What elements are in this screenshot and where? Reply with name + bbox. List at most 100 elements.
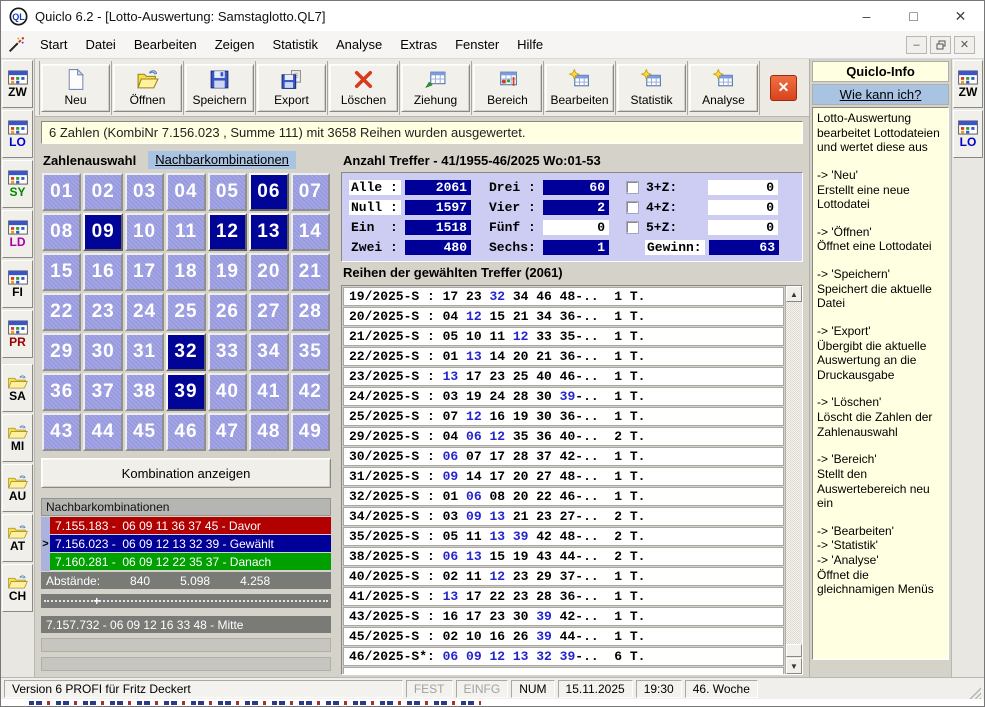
number-cell-32[interactable]: 32: [166, 333, 205, 371]
toolbar-button--ffnen[interactable]: Öffnen: [113, 64, 182, 112]
mdi-close-button[interactable]: ✕: [954, 36, 975, 54]
list-item[interactable]: 21/2025-S : 05 10 11 12 33 35-.. 1 T.: [343, 327, 784, 346]
number-cell-42[interactable]: 42: [291, 373, 330, 411]
close-button[interactable]: ✕: [937, 1, 984, 31]
menu-item-bearbeiten[interactable]: Bearbeiten: [125, 33, 206, 56]
number-cell-04[interactable]: 04: [166, 173, 205, 211]
sidebar-tab-at[interactable]: AT: [2, 514, 33, 562]
checkbox-3-z-[interactable]: [627, 182, 638, 193]
list-item[interactable]: 29/2025-S : 04 06 12 35 36 40-.. 2 T.: [343, 427, 784, 446]
how-can-i-link[interactable]: Wie kann ich?: [812, 84, 949, 105]
number-cell-33[interactable]: 33: [208, 333, 247, 371]
sidebar-tab-pr[interactable]: PR: [2, 310, 33, 358]
list-item[interactable]: 43/2025-S : 16 17 23 30 39 42-.. 1 T.: [343, 607, 784, 626]
neighbor-combination-row[interactable]: 7.160.281 - 06 09 12 22 35 37 - Danach: [50, 553, 331, 570]
number-cell-09[interactable]: 09: [83, 213, 122, 251]
list-item[interactable]: 31/2025-S : 09 14 17 20 27 48-.. 1 T.: [343, 467, 784, 486]
number-cell-46[interactable]: 46: [166, 413, 205, 451]
number-cell-01[interactable]: 01: [42, 173, 81, 211]
number-cell-06[interactable]: 06: [249, 173, 288, 211]
list-item[interactable]: 38/2025-S : 06 13 15 19 43 44-.. 2 T.: [343, 547, 784, 566]
number-cell-03[interactable]: 03: [125, 173, 164, 211]
neighbor-combinations-link[interactable]: Nachbarkombinationen: [148, 151, 296, 169]
number-cell-14[interactable]: 14: [291, 213, 330, 251]
list-item[interactable]: 30/2025-S : 06 07 17 28 37 42-.. 1 T.: [343, 447, 784, 466]
number-cell-02[interactable]: 02: [83, 173, 122, 211]
list-item[interactable]: 20/2025-S : 04 12 15 21 34 36-.. 1 T.: [343, 307, 784, 326]
number-cell-18[interactable]: 18: [166, 253, 205, 291]
number-cell-16[interactable]: 16: [83, 253, 122, 291]
number-cell-10[interactable]: 10: [125, 213, 164, 251]
list-item[interactable]: 35/2025-S : 05 11 13 39 42 48-.. 2 T.: [343, 527, 784, 546]
number-cell-19[interactable]: 19: [208, 253, 247, 291]
list-item[interactable]: 19/2025-S : 17 23 32 34 46 48-.. 1 T.: [343, 287, 784, 306]
number-cell-47[interactable]: 47: [208, 413, 247, 451]
menu-item-datei[interactable]: Datei: [76, 33, 124, 56]
toolbar-button-l-schen[interactable]: Löschen: [329, 64, 398, 112]
number-cell-21[interactable]: 21: [291, 253, 330, 291]
toolbar-button-export[interactable]: Export: [257, 64, 326, 112]
resize-grip[interactable]: [968, 686, 981, 699]
sidebar-tab-sy[interactable]: SY: [2, 160, 33, 208]
show-combination-button[interactable]: Kombination anzeigen: [41, 458, 331, 488]
list-item[interactable]: 41/2025-S : 13 17 22 23 28 36-.. 1 T.: [343, 587, 784, 606]
number-cell-37[interactable]: 37: [83, 373, 122, 411]
sidebar-tab-ch[interactable]: CH: [2, 564, 33, 612]
number-cell-38[interactable]: 38: [125, 373, 164, 411]
mdi-minimize-button[interactable]: –: [906, 36, 927, 54]
menu-item-zeigen[interactable]: Zeigen: [206, 33, 264, 56]
list-item[interactable]: 25/2025-S : 07 12 16 19 30 36-.. 1 T.: [343, 407, 784, 426]
sidebar-tab-lo[interactable]: LO: [2, 110, 33, 158]
sidebar-tab-zw[interactable]: ZW: [2, 60, 33, 108]
number-cell-25[interactable]: 25: [166, 293, 205, 331]
scroll-down-button[interactable]: ▼: [786, 658, 802, 674]
number-cell-34[interactable]: 34: [249, 333, 288, 371]
number-cell-45[interactable]: 45: [125, 413, 164, 451]
number-cell-44[interactable]: 44: [83, 413, 122, 451]
minimize-button[interactable]: –: [843, 1, 890, 31]
number-cell-13[interactable]: 13: [249, 213, 288, 251]
toolbar-button-neu[interactable]: Neu: [41, 64, 110, 112]
number-cell-24[interactable]: 24: [125, 293, 164, 331]
middle-combination-row[interactable]: 7.157.732 - 06 09 12 16 33 48 - Mitte: [41, 616, 331, 633]
scrollbar-track[interactable]: [786, 302, 802, 658]
number-cell-30[interactable]: 30: [83, 333, 122, 371]
list-item[interactable]: 22/2025-S : 01 13 14 20 21 36-.. 1 T.: [343, 347, 784, 366]
sidebar-tab-zw[interactable]: ZW: [953, 60, 983, 108]
number-cell-26[interactable]: 26: [208, 293, 247, 331]
menu-item-statistik[interactable]: Statistik: [263, 33, 327, 56]
toolbar-button-analyse[interactable]: Analyse: [689, 64, 758, 112]
number-cell-41[interactable]: 41: [249, 373, 288, 411]
number-cell-39[interactable]: 39: [166, 373, 205, 411]
menu-item-start[interactable]: Start: [31, 33, 76, 56]
list-item[interactable]: 24/2025-S : 03 19 24 28 30 39-.. 1 T.: [343, 387, 784, 406]
checkbox-4-z-[interactable]: [627, 202, 638, 213]
number-cell-28[interactable]: 28: [291, 293, 330, 331]
menu-item-analyse[interactable]: Analyse: [327, 33, 391, 56]
sidebar-tab-fi[interactable]: FI: [2, 260, 33, 308]
scrollbar-thumb[interactable]: [786, 644, 802, 657]
number-cell-48[interactable]: 48: [249, 413, 288, 451]
list-item[interactable]: 32/2025-S : 01 06 08 20 22 46-.. 1 T.: [343, 487, 784, 506]
sidebar-tab-mi[interactable]: MI: [2, 414, 33, 462]
neighbor-combination-row[interactable]: 7.156.023 - 06 09 12 13 32 39 - Gewählt: [50, 535, 331, 552]
neighbor-combination-row[interactable]: 7.155.183 - 06 09 11 36 37 45 - Davor: [50, 517, 331, 534]
number-cell-08[interactable]: 08: [42, 213, 81, 251]
number-cell-22[interactable]: 22: [42, 293, 81, 331]
menu-item-extras[interactable]: Extras: [391, 33, 446, 56]
number-cell-31[interactable]: 31: [125, 333, 164, 371]
maximize-button[interactable]: □: [890, 1, 937, 31]
sidebar-tab-ld[interactable]: LD: [2, 210, 33, 258]
sidebar-tab-lo[interactable]: LO: [953, 110, 983, 158]
number-cell-43[interactable]: 43: [42, 413, 81, 451]
number-cell-49[interactable]: 49: [291, 413, 330, 451]
toolbar-button-ziehung[interactable]: Ziehung: [401, 64, 470, 112]
number-cell-29[interactable]: 29: [42, 333, 81, 371]
number-cell-35[interactable]: 35: [291, 333, 330, 371]
toolbar-button-speichern[interactable]: Speichern: [185, 64, 254, 112]
list-item[interactable]: 45/2025-S : 02 10 16 26 39 44-.. 1 T.: [343, 627, 784, 646]
scroll-up-button[interactable]: ▲: [786, 286, 802, 302]
number-cell-27[interactable]: 27: [249, 293, 288, 331]
number-cell-11[interactable]: 11: [166, 213, 205, 251]
list-item[interactable]: 34/2025-S : 03 09 13 21 23 27-.. 2 T.: [343, 507, 784, 526]
